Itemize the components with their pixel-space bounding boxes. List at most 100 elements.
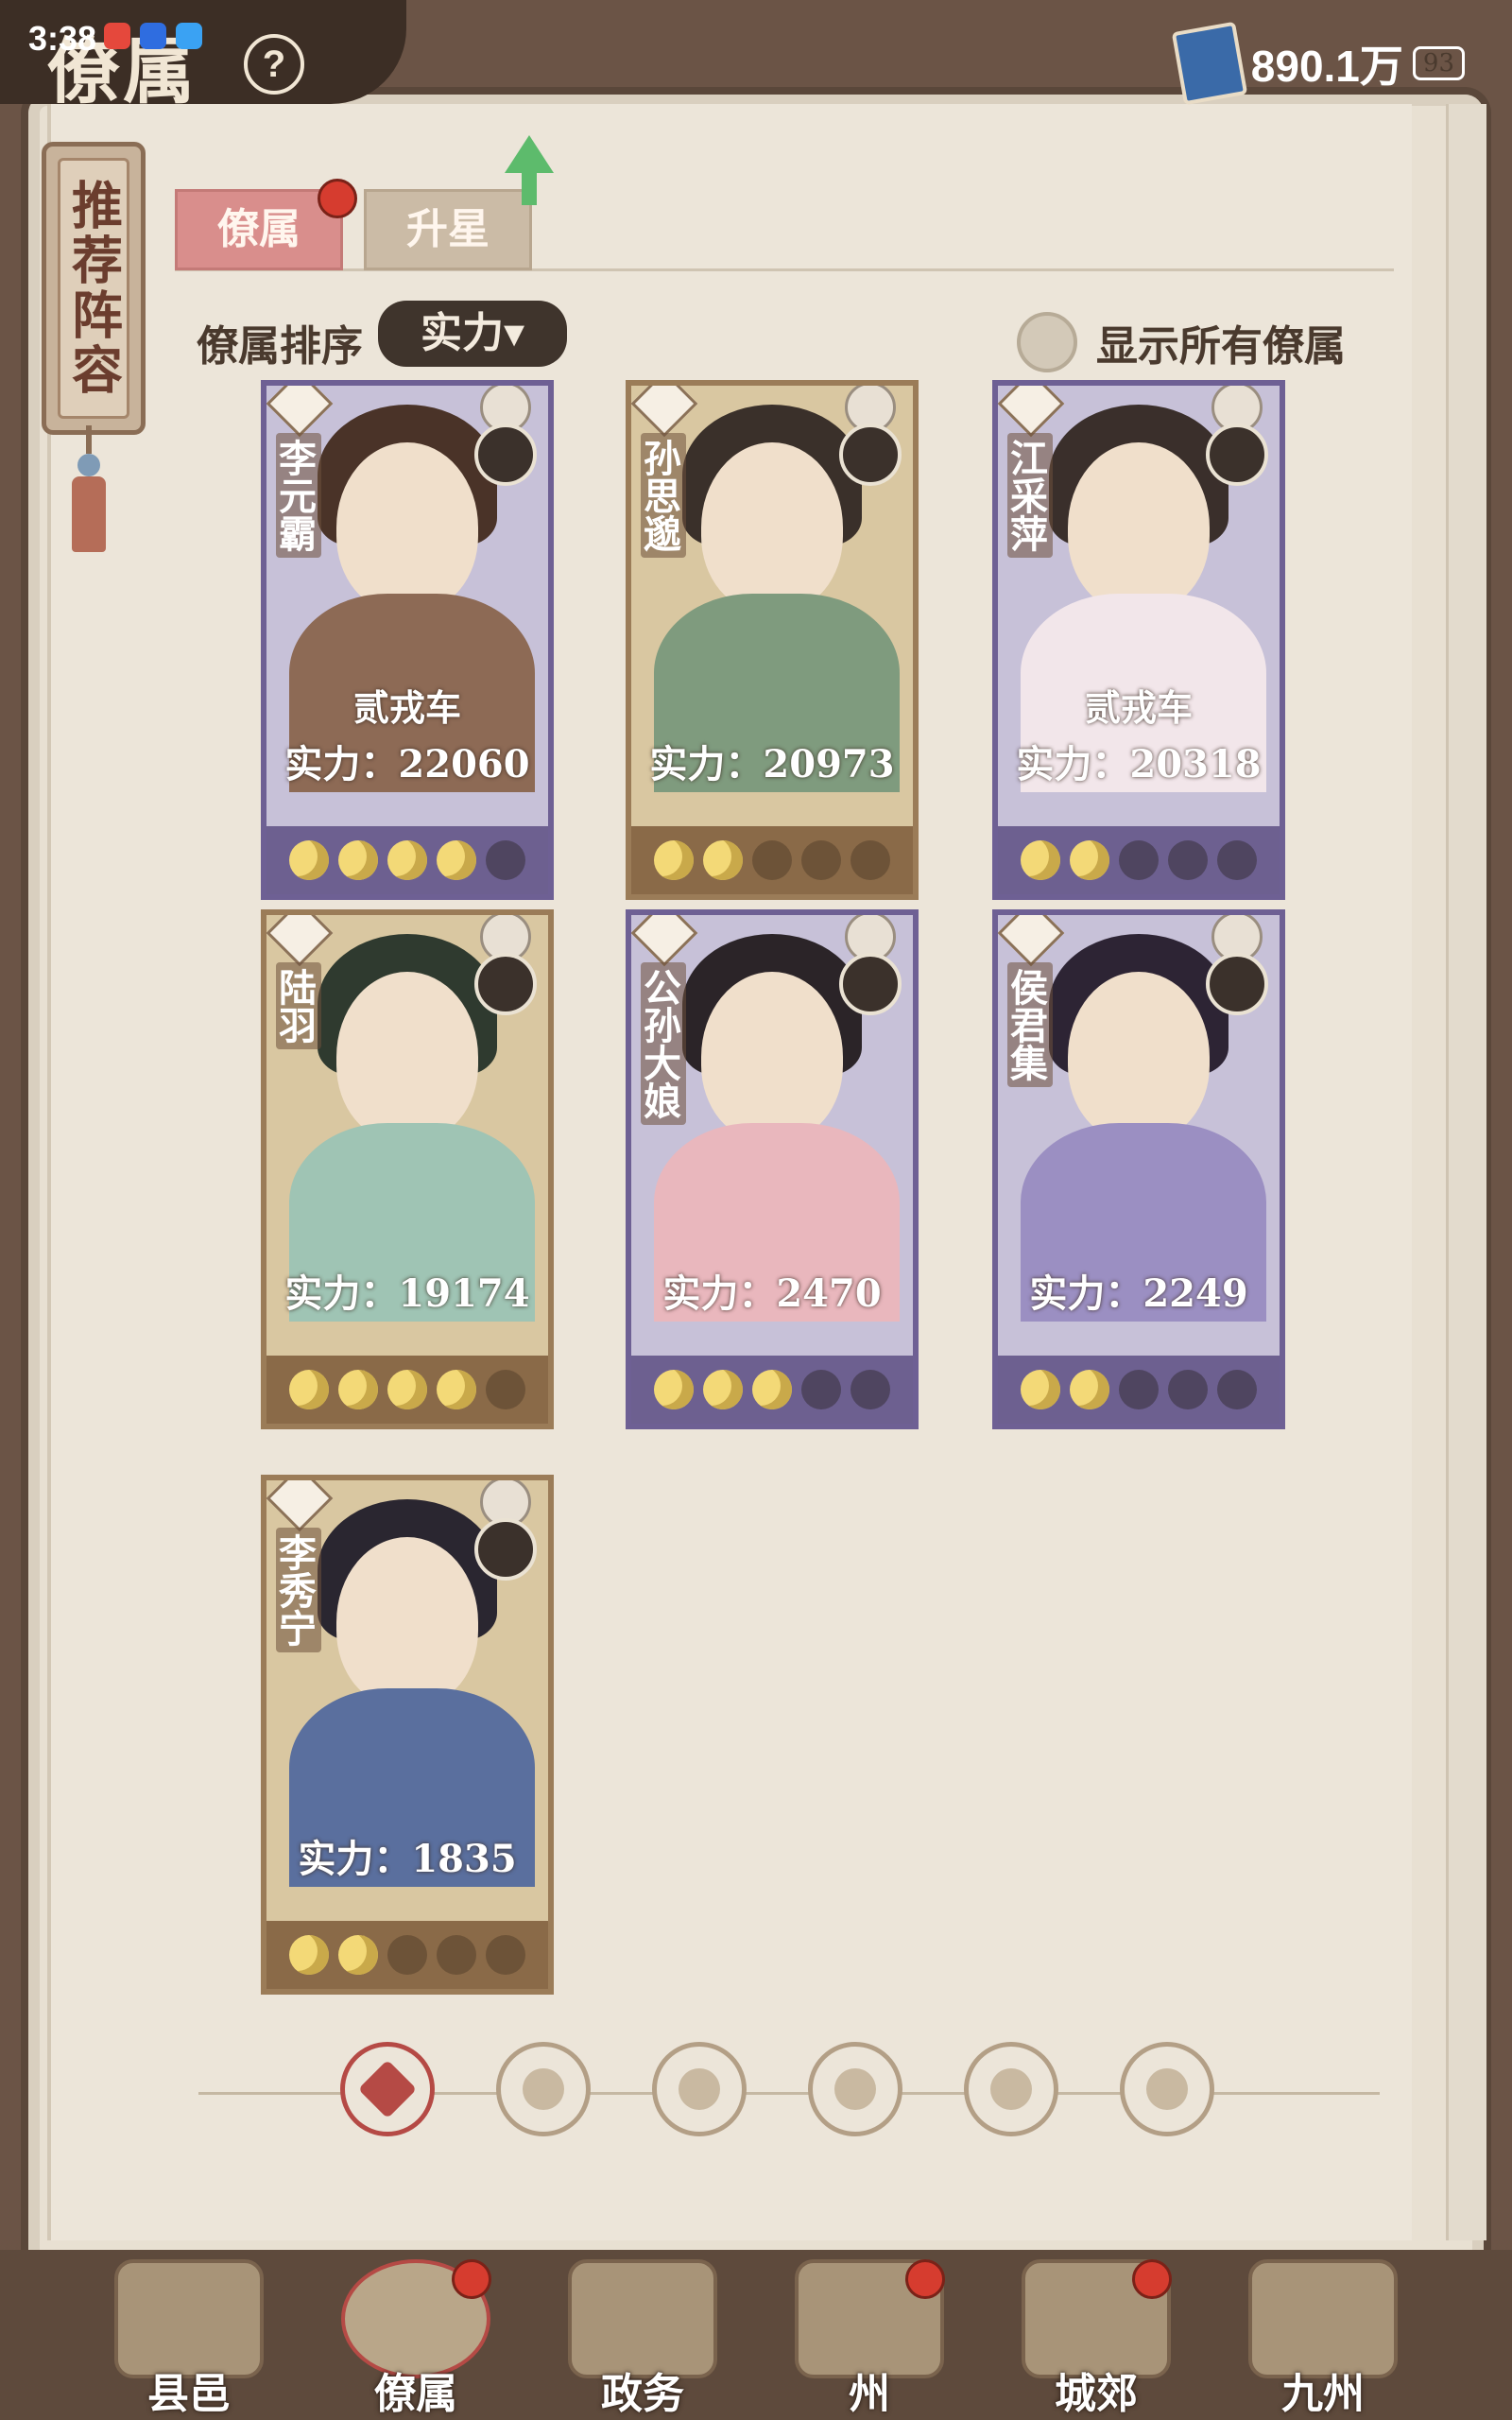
retainer-power: 实力：2249 bbox=[1029, 1271, 1248, 1316]
avatar bbox=[474, 1518, 537, 1581]
moon-star-empty-icon bbox=[752, 840, 792, 880]
retainer-power: 实力：19174 bbox=[284, 1271, 530, 1316]
star-rating bbox=[631, 1356, 913, 1424]
leaf-icon bbox=[1146, 2068, 1188, 2110]
bottom-nav: 县邑 僚属 政务 州 城郊 九州 bbox=[0, 2250, 1512, 2420]
retainer-name: 李元霸 bbox=[272, 433, 321, 558]
moon-star-filled-icon bbox=[654, 840, 694, 880]
retainer-power: 实力：20318 bbox=[1016, 742, 1262, 786]
weibo-icon bbox=[104, 23, 130, 49]
nav-label: 城郊 bbox=[1055, 2370, 1138, 2418]
retainer-power: 实力：22060 bbox=[284, 742, 530, 786]
retainer-card[interactable]: 孙思邈 实力：20973 bbox=[626, 380, 919, 900]
moon-star-filled-icon bbox=[289, 1370, 329, 1409]
retainer-name: 江采萍 bbox=[1004, 433, 1053, 558]
moon-star-empty-icon bbox=[437, 1935, 476, 1975]
moon-star-filled-icon bbox=[289, 1935, 329, 1975]
moon-star-empty-icon bbox=[1119, 840, 1159, 880]
star-rating bbox=[631, 826, 913, 894]
nav-item-2[interactable]: 政务 bbox=[558, 2259, 728, 2420]
moon-star-filled-icon bbox=[387, 840, 427, 880]
tab-star-up-label: 升星 bbox=[406, 205, 490, 253]
retainer-card[interactable]: 李元霸贰戎车实力：22060 bbox=[261, 380, 554, 900]
avatar bbox=[1206, 424, 1268, 486]
retainer-card[interactable]: 公孙大娘实力：2470 bbox=[626, 909, 919, 1429]
moon-star-filled-icon bbox=[1021, 840, 1060, 880]
retainer-level: 贰戎车 bbox=[352, 686, 461, 729]
notification-dot bbox=[318, 179, 357, 218]
notification-dot bbox=[905, 2259, 945, 2299]
avatar bbox=[474, 953, 537, 1015]
retainer-name: 公孙大娘 bbox=[637, 962, 686, 1125]
moon-star-filled-icon bbox=[437, 1370, 476, 1409]
currency-display[interactable]: 890.1万 93 bbox=[1171, 21, 1465, 106]
nav-item-5[interactable]: 九州 bbox=[1238, 2259, 1408, 2420]
moon-star-empty-icon bbox=[1217, 1370, 1257, 1409]
retainer-name: 李秀宁 bbox=[272, 1528, 321, 1652]
moon-star-filled-icon bbox=[1021, 1370, 1060, 1409]
retainer-name: 孙思邈 bbox=[637, 433, 686, 558]
moon-star-filled-icon bbox=[752, 1370, 792, 1409]
nav-item-0[interactable]: 县邑 bbox=[104, 2259, 274, 2420]
moon-star-filled-icon bbox=[289, 840, 329, 880]
avatar bbox=[1206, 953, 1268, 1015]
filter-bar bbox=[198, 2042, 1380, 2146]
show-all-radio[interactable] bbox=[1017, 312, 1077, 372]
filter-lion-button[interactable] bbox=[964, 2042, 1058, 2136]
retainer-name: 侯君集 bbox=[1004, 962, 1053, 1087]
tab-bar: 僚属 升星 bbox=[175, 135, 1394, 271]
filter-all-button[interactable] bbox=[340, 2042, 435, 2136]
recommended-lineup-button[interactable]: 推荐阵容 bbox=[42, 142, 146, 435]
tab-star-up[interactable]: 升星 bbox=[364, 135, 554, 270]
filter-leaf-button[interactable] bbox=[1120, 2042, 1214, 2136]
filter-gourd-button[interactable] bbox=[652, 2042, 747, 2136]
nav-item-3[interactable]: 州 bbox=[784, 2259, 954, 2420]
notification-dot bbox=[1132, 2259, 1172, 2299]
retainer-card[interactable]: 李秀宁 实力：1835 bbox=[261, 1475, 554, 1995]
show-all-toggle[interactable]: 显示所有僚属 bbox=[1017, 312, 1346, 372]
moon-star-empty-icon bbox=[486, 840, 525, 880]
avatar bbox=[839, 424, 902, 486]
filter-helmet-button[interactable] bbox=[496, 2042, 591, 2136]
moon-star-empty-icon bbox=[850, 840, 890, 880]
nav-item-4[interactable]: 城郊 bbox=[1011, 2259, 1181, 2420]
status-app-icons bbox=[104, 23, 202, 49]
tab-retainers[interactable]: 僚属 bbox=[175, 179, 357, 270]
notification-dot bbox=[452, 2259, 491, 2299]
moon-star-filled-icon bbox=[387, 1370, 427, 1409]
retainer-card[interactable]: 侯君集实力：2249 bbox=[992, 909, 1285, 1429]
nav-label: 九州 bbox=[1281, 2370, 1365, 2418]
retainer-power: 实力：2470 bbox=[662, 1271, 882, 1316]
lion-icon bbox=[990, 2068, 1032, 2110]
nav-label: 州 bbox=[849, 2370, 890, 2418]
moon-star-filled-icon bbox=[338, 1935, 378, 1975]
nav-label: 政务 bbox=[601, 2370, 684, 2418]
battery-indicator: 93 bbox=[1412, 46, 1465, 80]
star-rating bbox=[266, 826, 548, 894]
moon-star-empty-icon bbox=[1168, 840, 1208, 880]
up-arrow-icon bbox=[505, 135, 554, 205]
tab-retainers-label: 僚属 bbox=[217, 205, 301, 253]
sort-label: 僚属排序 bbox=[197, 322, 363, 371]
retainer-name: 陆羽 bbox=[272, 962, 321, 1049]
star-rating bbox=[266, 1356, 548, 1424]
fan-icon bbox=[834, 2068, 876, 2110]
moon-star-empty-icon bbox=[1217, 840, 1257, 880]
status-time: 3:38 bbox=[28, 19, 97, 58]
browser-icon bbox=[176, 23, 202, 49]
retainer-card[interactable]: 江采萍贰戎车实力：20318 bbox=[992, 380, 1285, 900]
book-icon bbox=[1171, 21, 1248, 106]
currency-value: 890.1万 bbox=[1250, 42, 1403, 91]
gourd-icon bbox=[679, 2068, 720, 2110]
all-icon bbox=[357, 2059, 418, 2119]
nav-label: 县邑 bbox=[147, 2370, 231, 2418]
moon-star-empty-icon bbox=[850, 1370, 890, 1409]
nav-item-1[interactable]: 僚属 bbox=[331, 2259, 501, 2420]
retainer-card[interactable]: 陆羽实力：19174 bbox=[261, 909, 554, 1429]
retainer-level: 贰戎车 bbox=[1084, 686, 1193, 729]
moon-star-filled-icon bbox=[338, 840, 378, 880]
sort-dropdown[interactable]: 实力▾ bbox=[378, 301, 567, 367]
star-rating bbox=[266, 1921, 548, 1989]
filter-fan-button[interactable] bbox=[808, 2042, 902, 2136]
moon-star-empty-icon bbox=[801, 840, 841, 880]
